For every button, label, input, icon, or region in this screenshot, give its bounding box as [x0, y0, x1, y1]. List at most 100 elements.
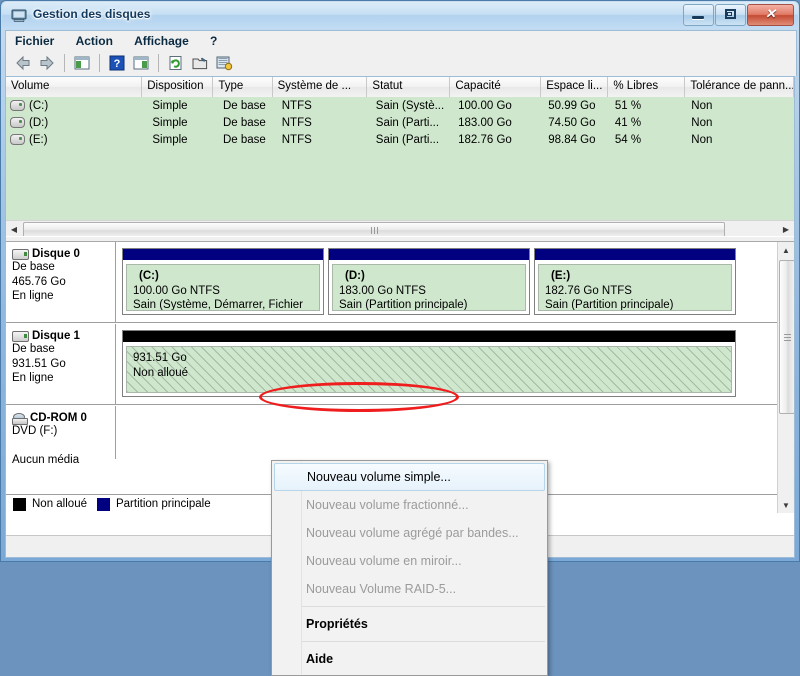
disk-info-disque-1: Disque 1 De base 931.51 Go En ligne [6, 324, 116, 404]
volume-list-horizontal-scrollbar[interactable]: ◀ ▶ [6, 220, 794, 238]
partition-d[interactable]: (D:) 183.00 Go NTFS Sain (Partition prin… [328, 248, 530, 315]
menu-item-aide[interactable]: Aide [272, 645, 547, 673]
table-row[interactable]: (D:) Simple De base NTFS Sain (Parti... … [6, 114, 794, 131]
column-header-disposition[interactable]: Disposition [142, 77, 214, 97]
hard-disk-icon [12, 248, 29, 260]
disk-title: Disque 0 [12, 248, 115, 260]
partition-body: 931.51 Go Non alloué [126, 346, 732, 393]
partition-body: (E:) 182.76 Go NTFS Sain (Partition prin… [538, 264, 732, 311]
cell-espace-libre: 98.84 Go [548, 133, 596, 146]
disk-size: 465.76 Go [12, 275, 66, 288]
forward-icon[interactable] [36, 52, 58, 74]
cell-tolerance-panne: Non [691, 99, 713, 112]
menu-item-aide[interactable]: ? [201, 31, 226, 50]
partition-status: Non alloué [133, 366, 188, 379]
context-menu: Nouveau volume simple... Nouveau volume … [271, 460, 548, 676]
rescan-disks-icon[interactable] [213, 52, 235, 74]
scroll-up-icon[interactable]: ▲ [778, 242, 794, 258]
window-title: Gestion des disques [33, 7, 151, 21]
vertical-scroll-thumb[interactable] [779, 260, 794, 414]
column-header-espace-libre[interactable]: Espace li... [541, 77, 609, 97]
disk-graph-disque-0: (C:) 100.00 Go NTFS Sain (Système, Démar… [116, 242, 778, 322]
partition-color-bar [123, 249, 323, 261]
cell-volume: (E:) [29, 133, 48, 146]
show-hide-console-tree-icon[interactable] [71, 52, 93, 74]
table-row[interactable]: (E:) Simple De base NTFS Sain (Parti... … [6, 131, 794, 148]
volume-icon [10, 100, 25, 111]
column-header-percent-libres[interactable]: % Libres [608, 77, 686, 97]
menu-bar: Fichier Action Affichage ? [5, 30, 797, 51]
partition-color-bar [123, 331, 735, 343]
column-header-filesystem[interactable]: Système de ... [272, 77, 368, 97]
table-row[interactable]: (C:) Simple De base NTFS Sain (Systè... … [6, 97, 794, 114]
scroll-left-icon[interactable]: ◀ [6, 221, 22, 237]
maximize-button[interactable] [715, 4, 746, 26]
cell-percent-libres: 51 % [614, 99, 642, 112]
svg-text:?: ? [114, 58, 121, 70]
title-bar: Gestion des disques ✕ [2, 2, 798, 29]
menu-separator [302, 641, 545, 642]
cell-filesystem: NTFS [281, 99, 312, 112]
close-button[interactable]: ✕ [747, 4, 794, 26]
volume-icon [10, 117, 25, 128]
volume-icon [10, 134, 25, 145]
cell-filesystem: NTFS [281, 116, 312, 129]
cell-statut: Sain (Parti... [375, 133, 440, 146]
cell-disposition: Simple [152, 133, 188, 146]
cell-espace-libre: 74.50 Go [548, 116, 596, 129]
partition-status: Sain (Système, Démarrer, Fichier d'éc [133, 299, 303, 311]
column-header-type[interactable]: Type [213, 77, 273, 97]
disk-panel-vertical-scrollbar[interactable]: ▲ ▼ [777, 242, 794, 513]
partition-e[interactable]: (E:) 182.76 Go NTFS Sain (Partition prin… [534, 248, 736, 315]
show-hide-action-pane-icon[interactable] [130, 52, 152, 74]
partition-unallocated[interactable]: 931.51 Go Non alloué [122, 330, 736, 397]
menu-item-affichage[interactable]: Affichage [125, 31, 198, 50]
toolbar-separator [158, 54, 159, 72]
cell-capacite: 183.00 Go [458, 116, 512, 129]
partition-c[interactable]: (C:) 100.00 Go NTFS Sain (Système, Démar… [122, 248, 324, 315]
close-icon: ✕ [765, 6, 776, 21]
back-icon[interactable] [12, 52, 34, 74]
disk-label: Disque 0 [32, 248, 80, 260]
menu-item-proprietes[interactable]: Propriétés [272, 610, 547, 638]
scroll-down-icon[interactable]: ▼ [778, 497, 794, 513]
toolbar: ? [5, 50, 797, 76]
disk-media-type: DVD (F:) [12, 425, 58, 437]
column-header-statut[interactable]: Statut [367, 77, 451, 97]
minimize-button[interactable] [683, 4, 714, 26]
client-area: Volume Disposition Type Système de ... S… [5, 76, 795, 676]
partition-name: (E:) [551, 270, 571, 282]
scroll-right-icon[interactable]: ▶ [778, 221, 794, 237]
partition-size: 183.00 Go NTFS [339, 284, 426, 297]
cell-percent-libres: 41 % [614, 116, 642, 129]
window-controls: ✕ [683, 4, 794, 26]
menu-item-fichier[interactable]: Fichier [6, 31, 63, 50]
disk-management-icon [11, 9, 27, 23]
disk-info-disque-0: Disque 0 De base 465.76 Go En ligne [6, 242, 116, 322]
application-window: Gestion des disques ✕ Fichier Action Aff… [0, 0, 800, 676]
partition-size: 100.00 Go NTFS [133, 284, 220, 297]
disk-info-cdrom-0: CD-ROM 0 DVD (F:) Aucun média [6, 406, 116, 466]
disk-status: En ligne [12, 372, 54, 384]
menu-item-nouveau-volume-simple[interactable]: Nouveau volume simple... [274, 463, 545, 491]
disk-row-disque-0[interactable]: Disque 0 De base 465.76 Go En ligne (C:)… [6, 242, 778, 323]
column-header-tolerance-panne[interactable]: Tolérance de pann... [685, 77, 795, 97]
column-header-capacite[interactable]: Capacité [450, 77, 542, 97]
menu-item-nouveau-volume-en-miroir: Nouveau volume en miroir... [306, 554, 462, 568]
legend-label-primary-partition: Partition principale [115, 498, 211, 510]
menu-item-nouveau-volume-agrege-par-bandes: Nouveau volume agrégé par bandes... [306, 526, 519, 540]
partition-color-bar [535, 249, 735, 261]
menu-item-action[interactable]: Action [67, 31, 122, 50]
cell-type: De base [222, 116, 266, 129]
cell-volume: (D:) [29, 116, 49, 129]
disk-size: 931.51 Go [12, 357, 66, 370]
cell-type: De base [222, 99, 266, 112]
help-icon[interactable]: ? [106, 52, 128, 74]
refresh-icon[interactable] [165, 52, 187, 74]
cell-type: De base [222, 133, 266, 146]
properties-icon[interactable] [189, 52, 211, 74]
column-header-volume[interactable]: Volume [6, 77, 143, 97]
partition-body: (D:) 183.00 Go NTFS Sain (Partition prin… [332, 264, 526, 311]
cell-tolerance-panne: Non [691, 133, 713, 146]
disk-row-disque-1[interactable]: Disque 1 De base 931.51 Go En ligne 931.… [6, 324, 778, 405]
